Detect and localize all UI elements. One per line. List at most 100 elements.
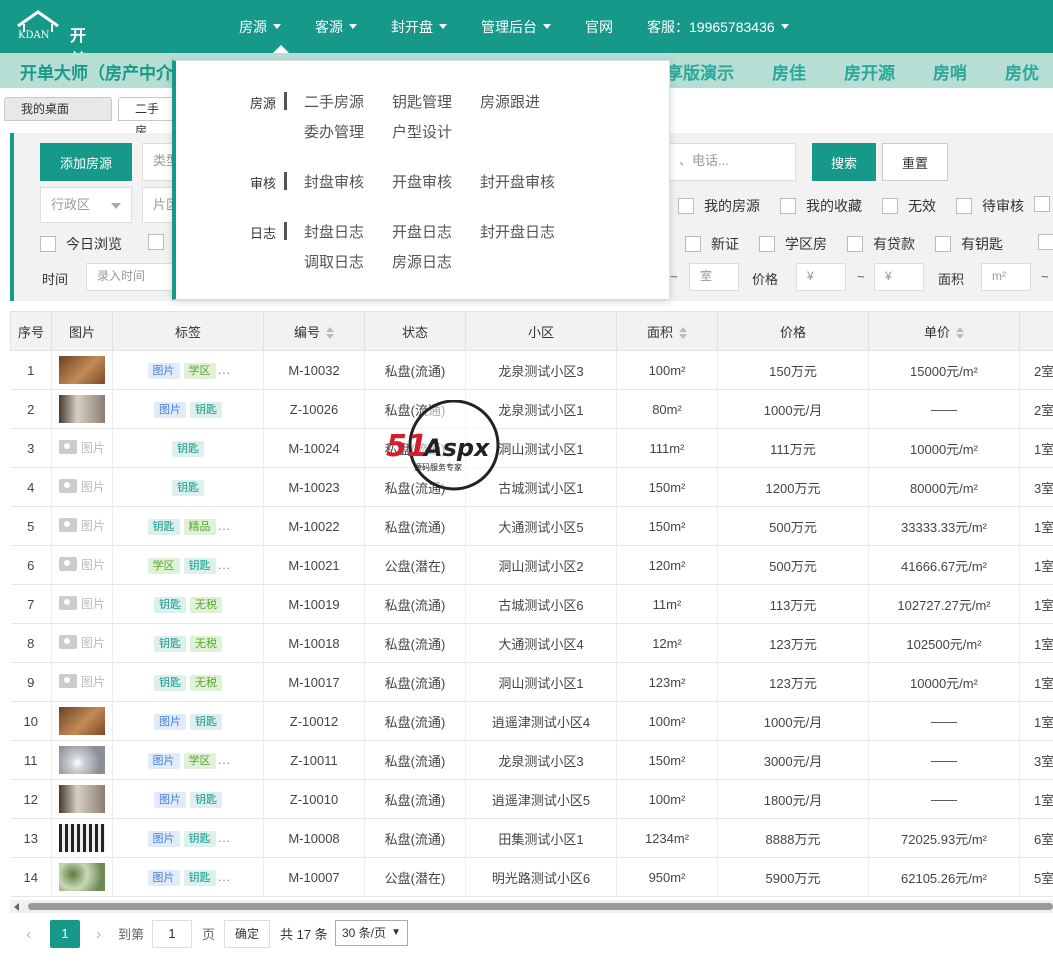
sort-icon[interactable] (679, 327, 687, 340)
cell-code[interactable]: Z-10026 (263, 389, 365, 429)
filter-checkbox-label[interactable]: 学区房 (785, 234, 827, 254)
next-page-icon[interactable]: › (96, 920, 101, 950)
cell-code[interactable]: M-10021 (263, 545, 365, 585)
col-header-unit-price[interactable]: 单价 (868, 311, 1020, 351)
goto-page-input[interactable]: 1 (152, 920, 192, 948)
district-select[interactable]: 行政区 (40, 187, 132, 223)
dropdown-link[interactable]: 房源日志 (392, 251, 452, 272)
listing-thumbnail[interactable] (59, 395, 105, 423)
filter-checkbox-label[interactable]: 今日浏览 (66, 234, 122, 254)
table-row[interactable]: 1 图片 学区… M-10032 私盘(流通) 龙泉测试小区3 100m² 150万元 1500… (10, 350, 1053, 390)
table-row[interactable]: 13 图片 钥匙… M-10008 私盘(流通) 田集测试小区1 1234m² 8888万元 7… (10, 818, 1053, 858)
filter-checkbox[interactable] (40, 236, 56, 252)
listing-thumbnail[interactable] (59, 746, 105, 774)
page-size-select[interactable]: 30 条/页 ▼ (335, 920, 408, 946)
cell-code[interactable]: M-10024 (263, 428, 365, 468)
cell-image[interactable]: 图片 (51, 545, 113, 585)
listing-thumbnail[interactable] (59, 824, 105, 852)
dropdown-link[interactable]: 钥匙管理 (392, 91, 452, 112)
dropdown-link[interactable]: 户型设计 (392, 121, 452, 142)
nav-item-3[interactable]: 管理后台 (470, 17, 562, 37)
nav-item-2[interactable]: 封开盘 (380, 17, 458, 37)
dropdown-link[interactable]: 调取日志 (304, 251, 364, 272)
table-row[interactable]: 14 图片 钥匙… M-10007 公盘(潜在) 明光路测试小区6 950m² 5900万元 6… (10, 857, 1053, 897)
col-header-area[interactable]: 面积 (616, 311, 718, 351)
listing-thumbnail[interactable] (59, 785, 105, 813)
search-button[interactable]: 搜索 (812, 143, 876, 181)
sort-icon[interactable] (956, 327, 964, 340)
tab-my-desktop[interactable]: 我的桌面 (4, 97, 112, 121)
app-logo[interactable]: 开单大师 KDAN (14, 10, 86, 117)
reset-button[interactable]: 重置 (882, 143, 948, 181)
search-input[interactable]: 、电话... (668, 143, 796, 181)
dropdown-link[interactable]: 封盘日志 (304, 221, 364, 242)
filter-checkbox-label[interactable]: 无效 (908, 196, 936, 216)
price-min-input[interactable]: ¥ (796, 263, 846, 291)
nav-item-5[interactable]: 客服：19965783436 (636, 17, 800, 37)
cell-code[interactable]: M-10019 (263, 584, 365, 624)
tab-second-hand[interactable]: 二手房 (118, 97, 178, 138)
cell-image[interactable]: 图片 (51, 506, 113, 546)
cell-code[interactable]: M-10017 (263, 662, 365, 702)
more-checkbox[interactable] (148, 234, 164, 250)
nav-item-0[interactable]: 房源 (228, 17, 292, 37)
dropdown-link[interactable]: 封盘审核 (304, 171, 364, 192)
prev-page-icon[interactable]: ‹ (26, 920, 31, 950)
extra-checkbox-2[interactable] (1038, 234, 1053, 250)
dropdown-link[interactable]: 封开盘日志 (480, 221, 555, 242)
add-listing-button[interactable]: 添加房源 (40, 143, 132, 181)
cell-image[interactable] (51, 857, 113, 897)
filter-checkbox[interactable] (935, 236, 951, 252)
table-row[interactable]: 7 图片 钥匙 无税 M-10019 私盘(流通) 古城测试小区6 11m² 113万元 1027… (10, 584, 1053, 624)
banner-item[interactable]: 房开源 (844, 59, 895, 84)
filter-checkbox-label[interactable]: 有贷款 (873, 234, 915, 254)
current-page-button[interactable]: 1 (50, 920, 80, 948)
table-row[interactable]: 12 图片 钥匙 Z-10010 私盘(流通) 逍遥津测试小区5 100m² 1800元/月 —… (10, 779, 1053, 819)
dropdown-link[interactable]: 房源跟进 (480, 91, 540, 112)
table-row[interactable]: 6 图片 学区 钥匙… M-10021 公盘(潜在) 洞山测试小区2 120m² 500万元 41… (10, 545, 1053, 585)
table-row[interactable]: 4 图片 钥匙 M-10023 私盘(流通) 古城测试小区1 150m² 1200万元 8000… (10, 467, 1053, 507)
table-row[interactable]: 5 图片 钥匙 精品… M-10022 私盘(流通) 大通测试小区5 150m² 500万元 33… (10, 506, 1053, 546)
time-input[interactable]: 录入时间 (86, 263, 182, 291)
cell-code[interactable]: M-10032 (263, 350, 365, 390)
table-row[interactable]: 10 图片 钥匙 Z-10012 私盘(流通) 逍遥津测试小区4 100m² 1000元/月 —… (10, 701, 1053, 741)
table-row[interactable]: 11 图片 学区… Z-10011 私盘(流通) 龙泉测试小区3 150m² 3000元/月 —… (10, 740, 1053, 780)
extra-checkbox[interactable] (1034, 196, 1050, 212)
price-max-input[interactable]: ¥ (874, 263, 924, 291)
filter-checkbox-label[interactable]: 我的房源 (704, 196, 760, 216)
cell-image[interactable]: 图片 (51, 467, 113, 507)
dropdown-link[interactable]: 二手房源 (304, 91, 364, 112)
filter-checkbox[interactable] (685, 236, 701, 252)
cell-code[interactable]: M-10023 (263, 467, 365, 507)
listing-thumbnail[interactable] (59, 356, 105, 384)
cell-code[interactable]: M-10007 (263, 857, 365, 897)
cell-code[interactable]: M-10008 (263, 818, 365, 858)
cell-image[interactable] (51, 350, 113, 390)
col-header-code[interactable]: 编号 (263, 311, 365, 351)
filter-checkbox-label[interactable]: 新证 (711, 234, 739, 254)
table-row[interactable]: 9 图片 钥匙 无税 M-10017 私盘(流通) 洞山测试小区1 123m² 123万元 100… (10, 662, 1053, 702)
cell-code[interactable]: M-10022 (263, 506, 365, 546)
filter-checkbox-label[interactable]: 待审核 (982, 196, 1024, 216)
room-max-input[interactable]: 室 (689, 263, 739, 291)
sort-icon[interactable] (326, 327, 334, 340)
filter-checkbox-label[interactable]: 我的收藏 (806, 196, 862, 216)
table-row[interactable]: 8 图片 钥匙 无税 M-10018 私盘(流通) 大通测试小区4 12m² 123万元 1025… (10, 623, 1053, 663)
cell-code[interactable]: M-10018 (263, 623, 365, 663)
banner-item[interactable]: 房佳 (772, 59, 806, 84)
dropdown-link[interactable]: 开盘审核 (392, 171, 452, 192)
nav-item-1[interactable]: 客源 (304, 17, 368, 37)
cell-image[interactable] (51, 779, 113, 819)
filter-checkbox[interactable] (780, 198, 796, 214)
cell-image[interactable]: 图片 (51, 428, 113, 468)
cell-code[interactable]: Z-10011 (263, 740, 365, 780)
cell-image[interactable]: 图片 (51, 584, 113, 624)
filter-checkbox-label[interactable]: 有钥匙 (961, 234, 1003, 254)
filter-checkbox[interactable] (882, 198, 898, 214)
listing-thumbnail[interactable] (59, 863, 105, 891)
filter-checkbox[interactable] (847, 236, 863, 252)
listing-thumbnail[interactable] (59, 707, 105, 735)
goto-confirm-button[interactable]: 确定 (224, 920, 270, 948)
filter-checkbox[interactable] (678, 198, 694, 214)
area-min-input[interactable]: m² (981, 263, 1031, 291)
